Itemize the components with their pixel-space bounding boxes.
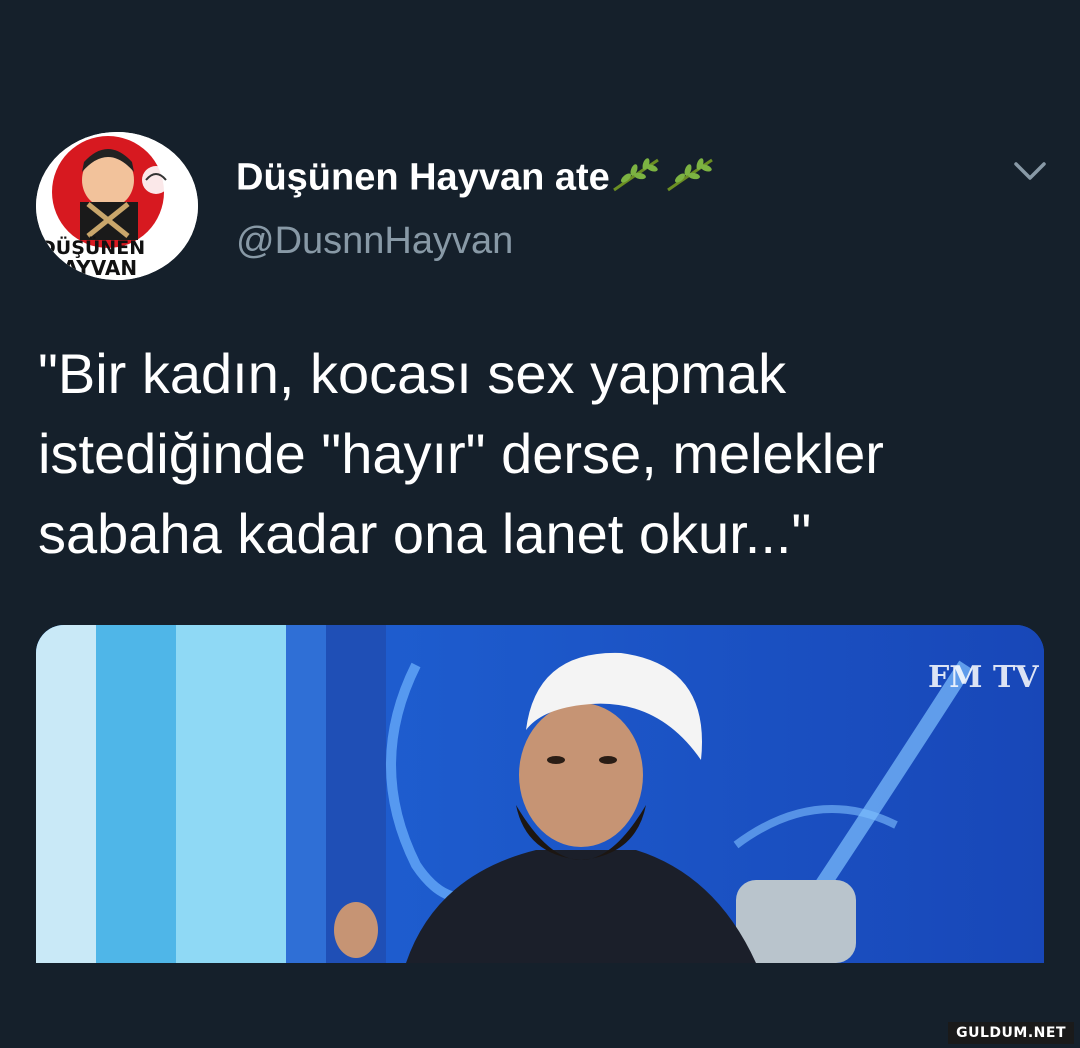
avatar[interactable]: DÜŞÜNEN HAYVAN <box>36 132 198 280</box>
avatar-image: DÜŞÜNEN HAYVAN <box>36 132 198 280</box>
author-name-row[interactable]: Düşünen Hayvan ate <box>236 154 718 205</box>
avatar-label-line2: HAYVAN <box>46 256 137 280</box>
channel-logo: FM TV <box>928 660 1039 695</box>
tweet-media[interactable]: FM TV <box>36 625 1044 963</box>
herb-icon <box>664 154 718 205</box>
herb-icon <box>610 154 664 205</box>
chevron-down-icon[interactable] <box>1008 150 1052 194</box>
tweet-text: "Bir kadın, kocası sex yapmak istediğind… <box>38 342 900 565</box>
author-handle[interactable]: @DusnnHayvan <box>236 218 513 264</box>
media-image: FM TV <box>36 625 1044 963</box>
tweet: DÜŞÜNEN HAYVAN Düşünen Hayvan ate @Dusnn… <box>0 0 1080 1048</box>
watermark: GULDUM.NET <box>948 1022 1074 1044</box>
author-name[interactable]: Düşünen Hayvan ate <box>236 157 610 199</box>
